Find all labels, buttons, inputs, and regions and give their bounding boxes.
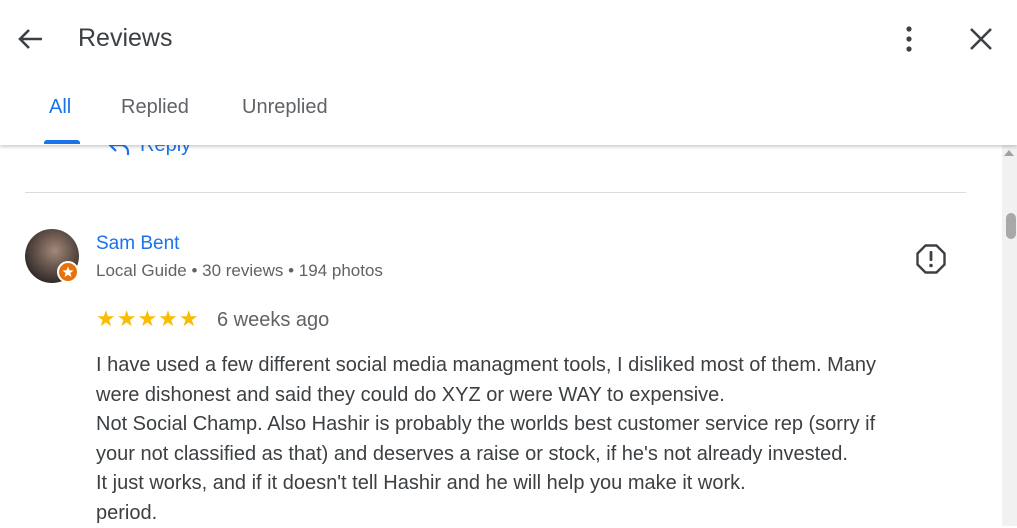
author-meta: Local Guide • 30 reviews • 194 photos <box>96 261 383 281</box>
report-review-button[interactable] <box>914 242 948 276</box>
close-icon <box>962 20 1000 58</box>
review-text-line: your not classified as that) and deserve… <box>96 440 956 470</box>
review-divider <box>25 192 966 193</box>
active-tab-indicator <box>44 140 80 144</box>
review-text-line: were dishonest and said they could do XY… <box>96 381 956 411</box>
review-text-line: It just works, and if it doesn't tell Ha… <box>96 469 956 499</box>
tab-unreplied[interactable]: Unreplied <box>242 96 328 145</box>
tab-all[interactable]: All <box>49 96 71 145</box>
page-title: Reviews <box>78 24 172 53</box>
more-options-button[interactable] <box>894 22 924 56</box>
back-button[interactable] <box>14 22 48 56</box>
author-name[interactable]: Sam Bent <box>96 233 179 255</box>
close-button[interactable] <box>962 20 1000 58</box>
more-vert-icon <box>894 22 924 56</box>
local-guide-badge-icon <box>57 261 79 283</box>
review-text: I have used a few different social media… <box>96 351 956 528</box>
review-text-line: I have used a few different social media… <box>96 351 956 381</box>
report-icon <box>914 242 948 276</box>
review-text-line: Not Social Champ. Also Hashir is probabl… <box>96 410 956 440</box>
tab-replied[interactable]: Replied <box>121 96 189 145</box>
scroll-up-arrow-icon[interactable] <box>1004 150 1014 156</box>
scrollbar-thumb[interactable] <box>1006 213 1016 239</box>
reviews-header: Reviews All Replied Unreplied <box>0 0 1017 145</box>
review-text-line: period. <box>96 499 956 528</box>
star-rating: ★★★★★ <box>96 306 200 332</box>
arrow-back-icon <box>14 22 48 56</box>
review-filter-tabs: All Replied Unreplied <box>0 86 1017 145</box>
review-time: 6 weeks ago <box>217 309 329 332</box>
scrollbar[interactable] <box>1002 145 1017 526</box>
